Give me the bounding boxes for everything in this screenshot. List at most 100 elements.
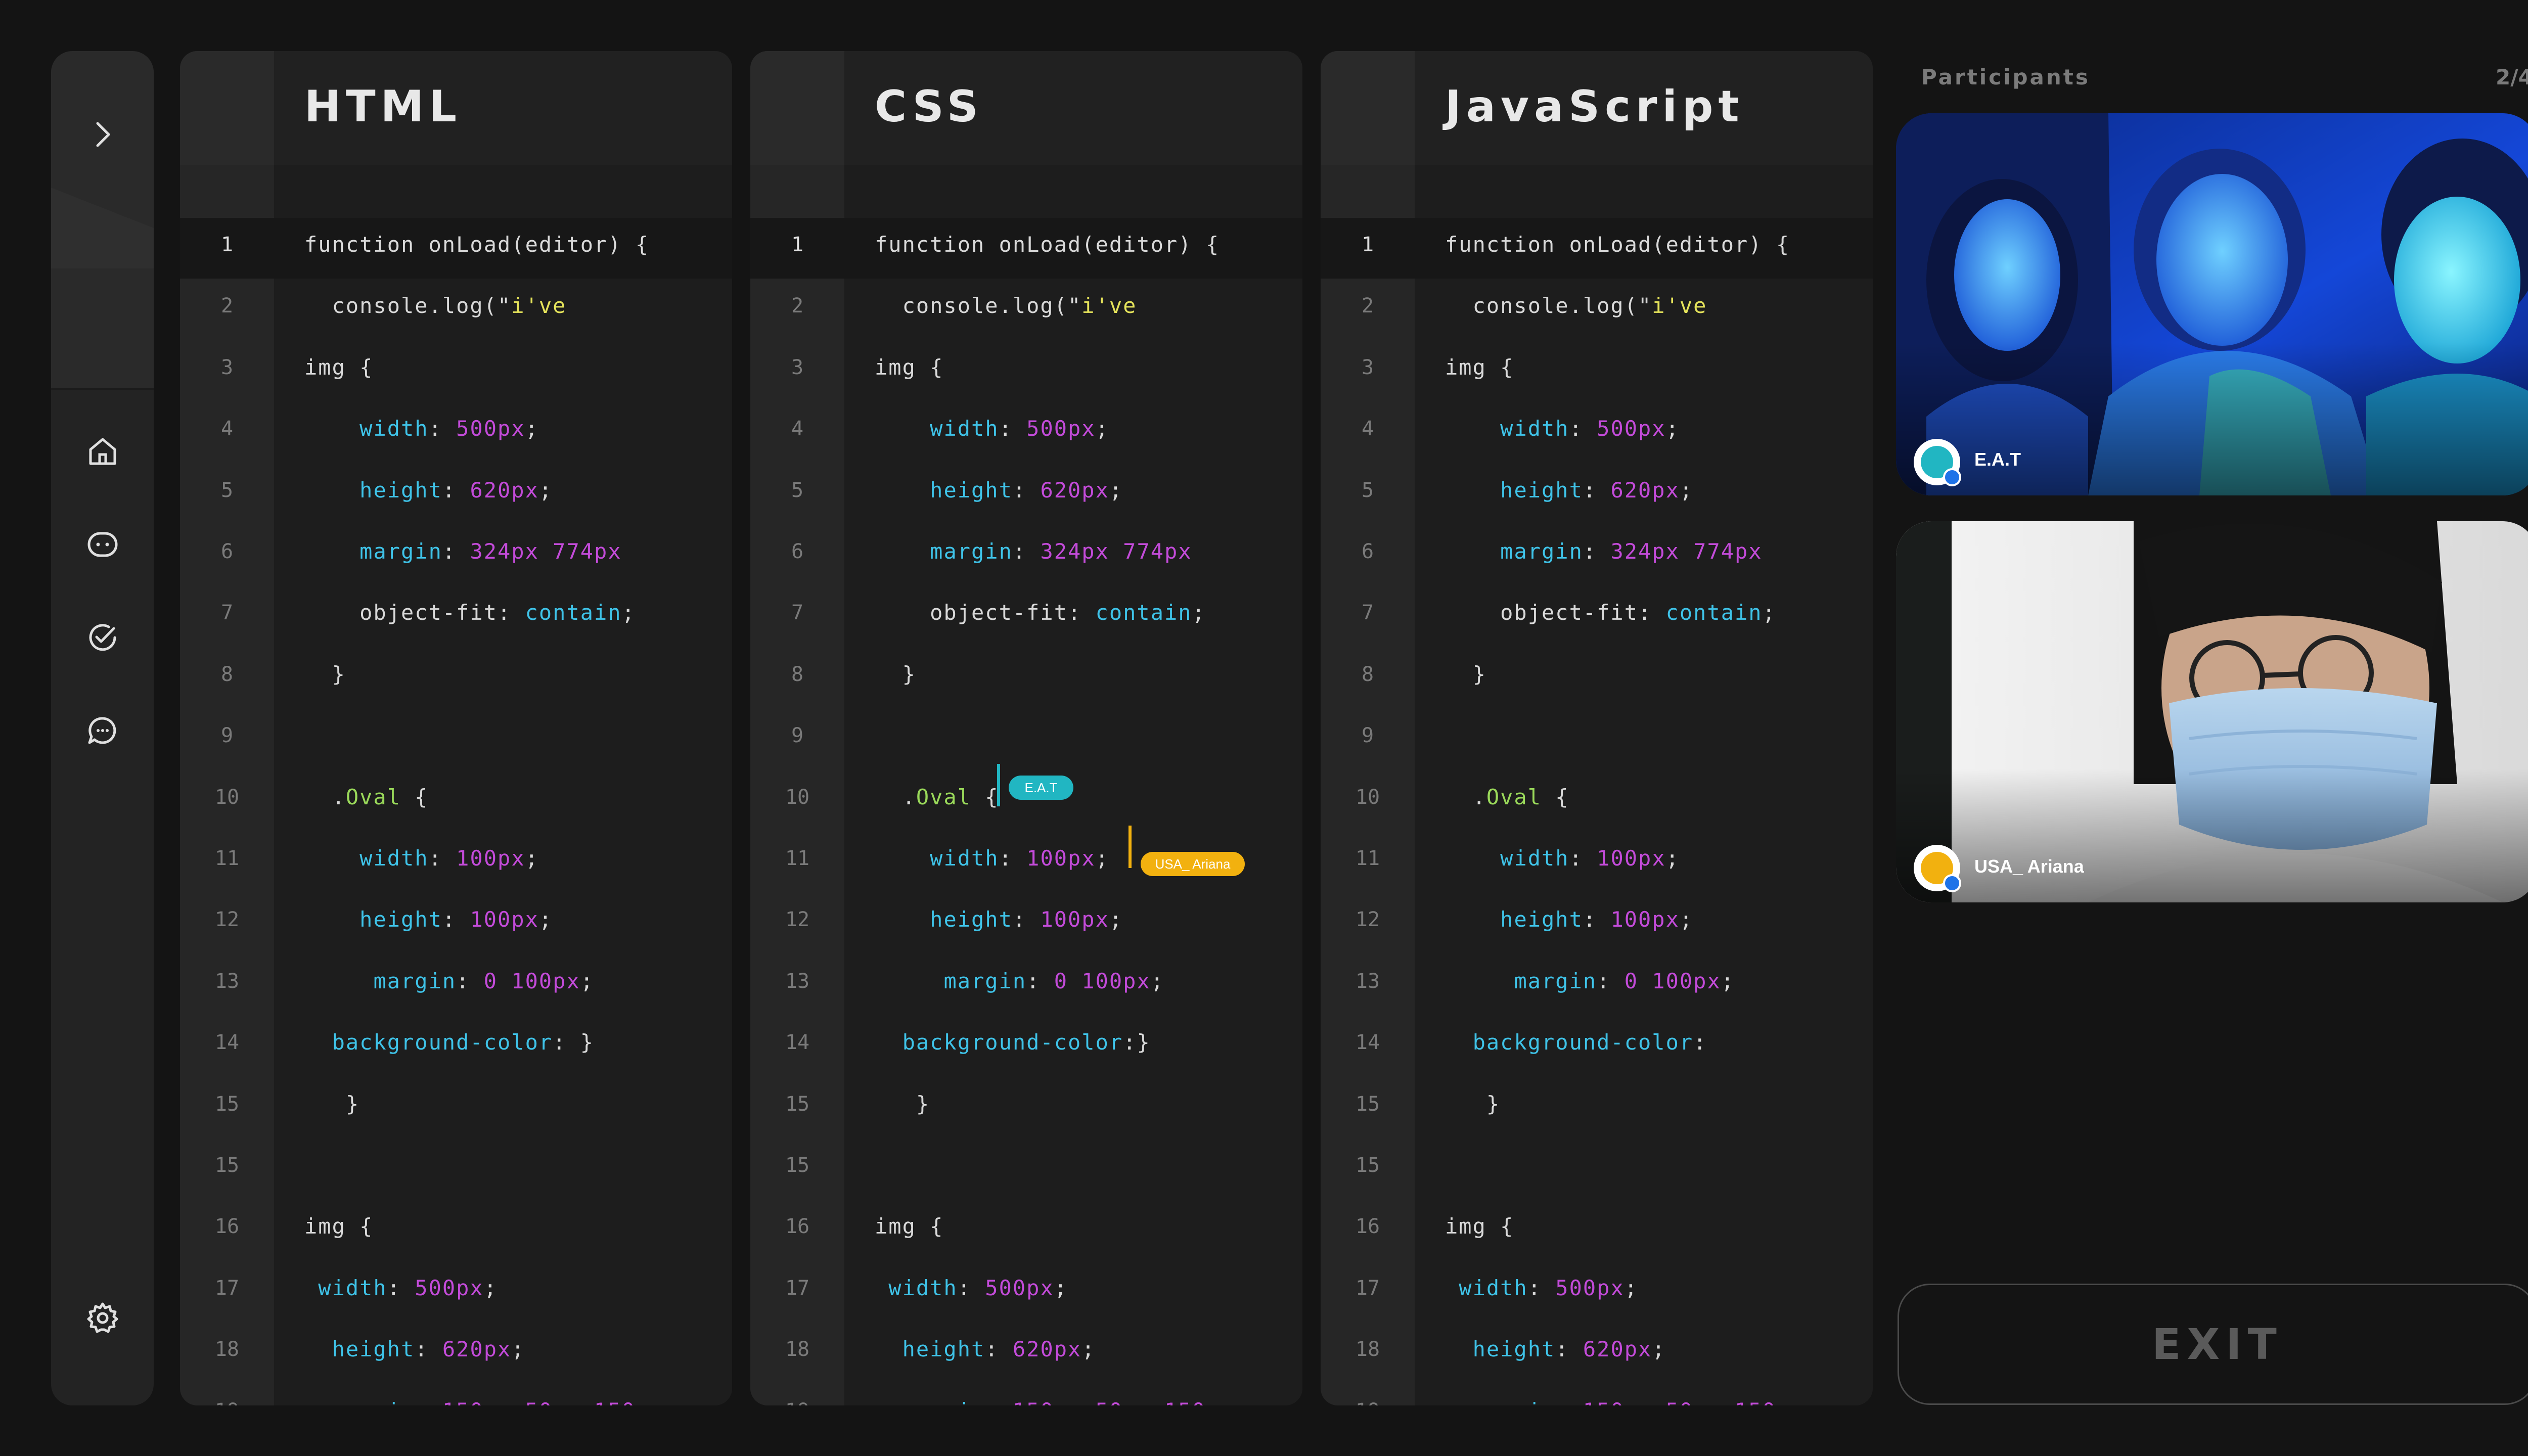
- code-token: img {: [875, 354, 944, 380]
- code-line[interactable]: 2 console.log("i've: [1321, 279, 1873, 340]
- code-token: :: [1583, 907, 1611, 932]
- code-line[interactable]: 18 height: 620px;: [180, 1323, 732, 1384]
- code-line[interactable]: 17 width: 500px;: [180, 1261, 732, 1323]
- code-line[interactable]: 1 function onLoad(editor) {: [750, 218, 1302, 279]
- video-feed: [1896, 113, 2528, 495]
- line-number: 3: [220, 355, 234, 379]
- video-tile-ariana[interactable]: USA_ Ariana: [1896, 521, 2528, 902]
- code-token: ;: [538, 907, 553, 932]
- line-number: 16: [785, 1215, 810, 1239]
- code-line[interactable]: 4 width: 500px;: [180, 402, 732, 463]
- code-line[interactable]: 12 height: 100px;: [180, 893, 732, 954]
- code-line[interactable]: 9: [180, 709, 732, 770]
- code-line[interactable]: 18 height: 620px;: [750, 1323, 1302, 1384]
- code-text: img {: [304, 1214, 373, 1239]
- code-line[interactable]: 6 margin: 324px 774px: [180, 525, 732, 586]
- code-line[interactable]: 15: [180, 1139, 732, 1200]
- code-line[interactable]: 19 margin: 150px 50px 150px: [180, 1384, 732, 1405]
- code-line[interactable]: 7 object-fit: contain;: [180, 586, 732, 647]
- code-line[interactable]: 15: [750, 1139, 1302, 1200]
- home-icon[interactable]: [84, 433, 121, 470]
- code-line[interactable]: 9: [1321, 709, 1873, 770]
- code-line[interactable]: 2 console.log("i've: [750, 279, 1302, 340]
- chat-bubble-icon[interactable]: [84, 712, 121, 749]
- code-line[interactable]: 1 function onLoad(editor) {: [180, 218, 732, 279]
- code-line[interactable]: 14 background-color:}: [750, 1016, 1302, 1077]
- code-token: :: [428, 416, 457, 441]
- code-token: 100px: [456, 846, 525, 871]
- code-line[interactable]: 11 width: 100px;: [180, 832, 732, 893]
- gear-icon[interactable]: [84, 1300, 121, 1336]
- chevron-right-icon[interactable]: [84, 116, 121, 153]
- code-line[interactable]: 9: [750, 709, 1302, 770]
- code-line[interactable]: 7 object-fit: contain;: [1321, 586, 1873, 647]
- line-number: 19: [180, 1399, 274, 1405]
- line-number: 16: [1355, 1215, 1380, 1239]
- code-line[interactable]: 8 }: [1321, 648, 1873, 709]
- collaborator-tag-ariana: USA_ Ariana: [1141, 852, 1245, 876]
- code-line[interactable]: 2 console.log("i've: [180, 279, 732, 340]
- code-line[interactable]: 13 margin: 0 100px;: [750, 954, 1302, 1016]
- code-line[interactable]: 16 img {: [750, 1200, 1302, 1261]
- code-token: ;: [580, 968, 595, 993]
- code-line[interactable]: 3 img {: [1321, 341, 1873, 402]
- code-token: 620px: [1040, 477, 1109, 503]
- code-line[interactable]: 17 width: 500px;: [1321, 1261, 1873, 1323]
- code-line[interactable]: 15: [1321, 1139, 1873, 1200]
- code-text: img {: [875, 1214, 943, 1239]
- code-line[interactable]: 10 .Oval {: [1321, 770, 1873, 832]
- code-line[interactable]: 5 height: 620px;: [750, 464, 1302, 525]
- code-line[interactable]: 14 background-color:: [1321, 1016, 1873, 1077]
- code-line[interactable]: 13 margin: 0 100px;: [180, 954, 732, 1016]
- line-number: 4: [220, 417, 234, 441]
- code-line[interactable]: 16 img {: [180, 1200, 732, 1261]
- line-number: 14: [785, 1031, 810, 1055]
- code-line[interactable]: 19 margin: 150px 50px 150px: [750, 1384, 1302, 1405]
- code-line[interactable]: 3 img {: [180, 341, 732, 402]
- code-token: margin: [332, 1398, 415, 1405]
- code-token: .: [875, 784, 916, 809]
- code-line[interactable]: 14 background-color: }: [180, 1016, 732, 1077]
- check-circle-icon[interactable]: [84, 619, 121, 656]
- face-icon[interactable]: [84, 526, 121, 563]
- code-line[interactable]: 10 .Oval {: [180, 770, 732, 832]
- code-line[interactable]: 5 height: 620px;: [180, 464, 732, 525]
- code-line[interactable]: 4 width: 500px;: [750, 402, 1302, 463]
- code-token: .: [304, 784, 346, 809]
- code-line[interactable]: 19 margin: 150px 50px 150px: [1321, 1384, 1873, 1405]
- code-line[interactable]: 16 img {: [1321, 1200, 1873, 1261]
- code-line[interactable]: 15 }: [1321, 1077, 1873, 1139]
- sidebar-divider: [51, 388, 154, 390]
- code-token: :: [999, 416, 1027, 441]
- code-token: 0 100px: [483, 968, 580, 993]
- code-line[interactable]: 1 function onLoad(editor) {: [1321, 218, 1873, 279]
- code-line[interactable]: 3 img {: [750, 341, 1302, 402]
- code-line[interactable]: 12 height: 100px;: [1321, 893, 1873, 954]
- online-status-dot: [1943, 874, 1961, 892]
- editor-panel-css: CSS 1 function onLoad(editor) {2 console.…: [750, 51, 1302, 1405]
- code-line[interactable]: 18 height: 620px;: [1321, 1323, 1873, 1384]
- code-text: height: 100px;: [304, 907, 553, 932]
- code-line[interactable]: 13 margin: 0 100px;: [1321, 954, 1873, 1016]
- exit-button[interactable]: EXIT: [1898, 1284, 2528, 1405]
- code-line[interactable]: 7 object-fit: contain;: [750, 586, 1302, 647]
- code-line[interactable]: 8 }: [180, 648, 732, 709]
- code-line[interactable]: 11 width: 100px;: [1321, 832, 1873, 893]
- code-line[interactable]: 6 margin: 324px 774px: [750, 525, 1302, 586]
- code-text: width: 500px;: [875, 416, 1109, 441]
- code-line[interactable]: 6 margin: 324px 774px: [1321, 525, 1873, 586]
- code-line[interactable]: 17 width: 500px;: [750, 1261, 1302, 1323]
- code-token: ;: [1081, 1337, 1096, 1362]
- code-token: ;: [1665, 846, 1680, 871]
- code-line[interactable]: 8 }: [750, 648, 1302, 709]
- code-line[interactable]: 4 width: 500px;: [1321, 402, 1873, 463]
- code-line[interactable]: 15 }: [180, 1077, 732, 1139]
- code-token: ;: [1679, 907, 1694, 932]
- code-line[interactable]: 12 height: 100px;: [750, 893, 1302, 954]
- code-token: :: [1693, 1030, 1707, 1055]
- code-line[interactable]: 5 height: 620px;: [1321, 464, 1873, 525]
- video-tile-eat[interactable]: E.A.T: [1896, 113, 2528, 495]
- code-line[interactable]: 15 }: [750, 1077, 1302, 1139]
- code-text: background-color:: [1445, 1030, 1707, 1055]
